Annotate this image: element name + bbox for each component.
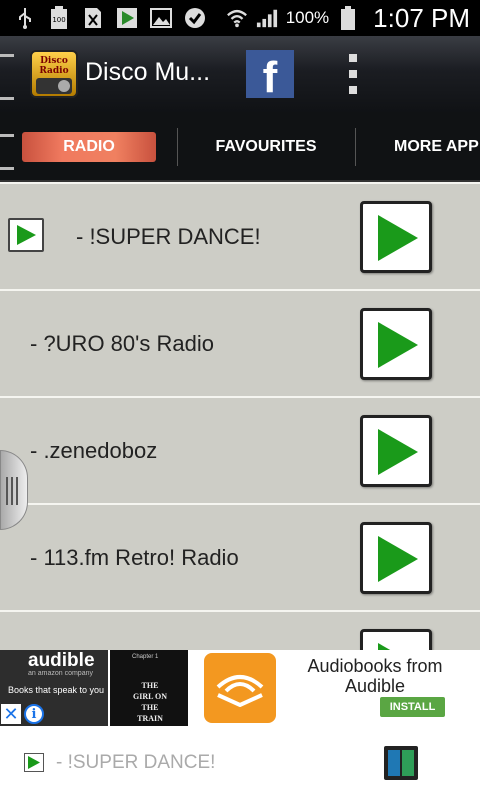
drawer-edge-indicator bbox=[0, 134, 14, 170]
clock: 1:07 PM bbox=[373, 2, 470, 33]
app-bar: Disco Radio Disco Mu... f bbox=[0, 36, 480, 112]
radio-icon bbox=[36, 78, 72, 94]
battery-100-icon: 100 bbox=[48, 6, 70, 29]
image-icon bbox=[150, 7, 172, 29]
play-button[interactable] bbox=[360, 415, 432, 487]
app-logo-icon[interactable]: Disco Radio bbox=[30, 50, 78, 98]
tab-radio[interactable]: RADIO bbox=[22, 112, 156, 182]
app-icon-label: Disco Radio bbox=[39, 56, 69, 76]
ad-banner[interactable]: audible an amazon company Books that spe… bbox=[0, 650, 480, 726]
play-button[interactable] bbox=[360, 201, 432, 273]
now-playing-icon bbox=[24, 753, 44, 772]
station-row[interactable]: - ?URO 80's Radio bbox=[0, 289, 480, 396]
play-button[interactable] bbox=[360, 629, 432, 650]
ad-info-icon[interactable]: i bbox=[24, 704, 44, 724]
signal-icon bbox=[256, 7, 278, 29]
play-button[interactable] bbox=[360, 522, 432, 594]
ad-book-chapter: Chapter 1 bbox=[132, 654, 159, 660]
tab-more-apps-label: MORE APP bbox=[394, 138, 479, 155]
ad-install-button[interactable]: INSTALL bbox=[380, 697, 445, 717]
overflow-menu-icon[interactable] bbox=[346, 54, 360, 94]
ad-book-image: Chapter 1 THE GIRL ON THE TRAIN bbox=[110, 650, 188, 726]
tab-favourites[interactable]: FAVOURITES bbox=[178, 112, 354, 182]
ad-book-title: THE GIRL ON THE TRAIN bbox=[132, 681, 167, 723]
station-row[interactable]: - .zenedoboz bbox=[0, 396, 480, 503]
usb-icon bbox=[14, 7, 36, 29]
drawer-edge-indicator bbox=[0, 54, 14, 100]
station-row[interactable]: - 113.fm Retro! Radio bbox=[0, 503, 480, 610]
app-title: Disco Mu... bbox=[85, 58, 211, 86]
tab-divider bbox=[355, 128, 356, 166]
station-name: - !SUPER DANCE! bbox=[76, 223, 261, 249]
battery-icon bbox=[337, 6, 359, 30]
station-name: - ?URO 80's Radio bbox=[30, 330, 214, 356]
audible-logo-icon bbox=[204, 653, 276, 723]
ad-title: Audiobooks from Audible bbox=[307, 656, 443, 696]
wifi-icon bbox=[226, 7, 248, 29]
svg-text:100: 100 bbox=[52, 16, 65, 24]
tab-bar: RADIO FAVOURITES MORE APP bbox=[0, 112, 480, 182]
check-icon bbox=[184, 7, 206, 29]
pause-button[interactable] bbox=[384, 746, 418, 780]
player-station-name: - !SUPER DANCE! bbox=[56, 752, 216, 773]
ad-close-icon[interactable]: ✕ bbox=[1, 704, 21, 724]
station-list[interactable]: - !SUPER DANCE! - ?URO 80's Radio - .zen… bbox=[0, 182, 480, 650]
ad-tagline: Books that speak to you bbox=[8, 685, 105, 695]
tab-favourites-label: FAVOURITES bbox=[215, 138, 317, 155]
play-button[interactable] bbox=[360, 308, 432, 380]
station-row[interactable]: - !SUPER DANCE! bbox=[0, 182, 480, 289]
ad-brand-sub: an amazon company bbox=[28, 670, 93, 677]
ad-image-left: audible an amazon company Books that spe… bbox=[0, 650, 108, 726]
sim-icon bbox=[82, 7, 104, 29]
facebook-share-button[interactable]: f bbox=[246, 50, 294, 98]
now-playing-icon bbox=[8, 218, 44, 252]
ad-brand: audible bbox=[28, 650, 95, 671]
tab-radio-label: RADIO bbox=[63, 138, 115, 155]
station-name: - 113.fm Retro! Radio bbox=[30, 544, 239, 570]
tab-more-apps[interactable]: MORE APP bbox=[370, 112, 480, 182]
station-name: - .zenedoboz bbox=[30, 437, 158, 463]
status-bar: 100 100% 1:07 PM bbox=[0, 0, 480, 36]
play-store-icon bbox=[116, 7, 138, 29]
battery-percent: 100% bbox=[285, 8, 330, 27]
mini-player[interactable]: - !SUPER DANCE! bbox=[0, 726, 480, 800]
station-row[interactable] bbox=[0, 610, 480, 650]
